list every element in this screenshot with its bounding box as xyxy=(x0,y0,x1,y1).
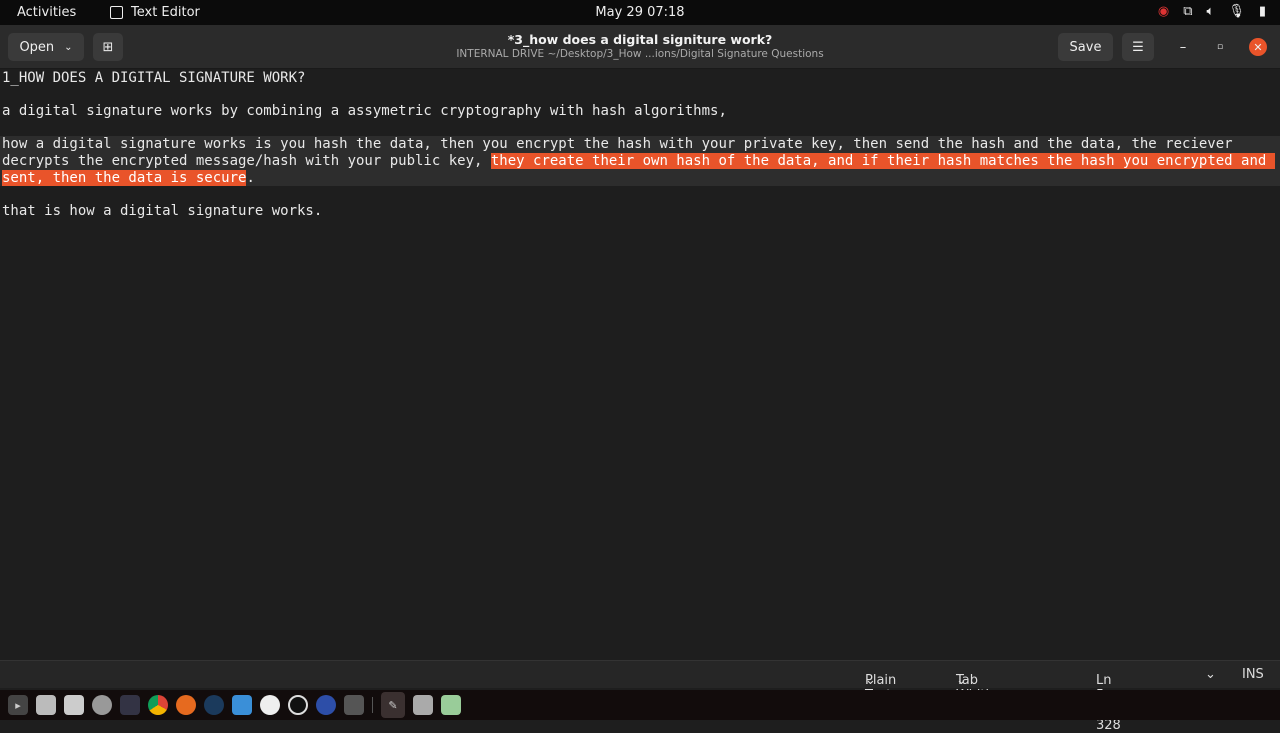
network-icon[interactable]: ⧉ xyxy=(1183,4,1192,19)
header-bar: Open ⌄ ⊞ *3_how does a digital signiture… xyxy=(0,25,1280,69)
chevron-down-icon: ⌄ xyxy=(865,673,876,688)
firefox-icon[interactable] xyxy=(176,695,196,715)
separator xyxy=(372,697,373,713)
editor-line: 1_HOW DOES A DIGITAL SIGNATURE WORK? xyxy=(2,70,306,86)
status-bar: Plain Text ⌄ Tab Width: 8 ⌄ Ln 5, Col 32… xyxy=(0,660,1280,733)
battery-icon[interactable]: ▮ xyxy=(1259,4,1266,19)
plain-text: decrypts the encrypted message/hash with… xyxy=(2,152,491,169)
settings-icon[interactable] xyxy=(92,695,112,715)
clock[interactable]: May 29 07:18 xyxy=(0,5,1280,20)
editor-line-blank xyxy=(0,87,1280,104)
maximize-button[interactable]: ▫ xyxy=(1207,33,1233,61)
plain-text: . xyxy=(246,169,255,186)
minimize-button[interactable]: – xyxy=(1170,33,1196,61)
maximize-icon: ▫ xyxy=(1216,42,1224,52)
chevron-down-icon: ⌄ xyxy=(956,673,967,688)
editor-line: that is how a digital signature works. xyxy=(2,202,323,219)
selected-text: sent, then the data is secure xyxy=(2,169,247,186)
chrome-icon[interactable] xyxy=(148,695,168,715)
editor-line: a digital signature works by combining a… xyxy=(2,103,727,120)
editor-line-blank xyxy=(0,120,1280,137)
hamburger-menu-button[interactable]: ☰ xyxy=(1122,33,1154,61)
volume-icon[interactable]: 🔈︎ xyxy=(1207,4,1215,19)
close-button[interactable]: ✕ xyxy=(1249,38,1267,56)
window-icon[interactable] xyxy=(36,695,56,715)
text-editor-area[interactable]: 1_HOW DOES A DIGITAL SIGNATURE WORK? a d… xyxy=(0,70,1280,660)
terminal-icon[interactable]: ▸ xyxy=(8,695,28,715)
selected-text: they create their own hash of the data, … xyxy=(490,152,1275,169)
microphone-icon[interactable]: 🎙︎ xyxy=(1228,4,1245,19)
editor-line-blank xyxy=(0,186,1280,203)
editor-line: how a digital signature works is you has… xyxy=(2,136,1233,153)
taskbar: ▸ ✎ xyxy=(0,690,1280,720)
insert-mode: INS xyxy=(1242,667,1264,682)
menu-icon: ☰ xyxy=(1132,39,1144,55)
trash-icon[interactable] xyxy=(441,695,461,715)
text-editor-icon[interactable]: ✎ xyxy=(381,692,405,718)
system-tray[interactable]: ◉ ⧉ 🔈︎ 🎙︎ ▮ xyxy=(1158,4,1266,19)
close-icon: ✕ xyxy=(1253,40,1263,54)
top-bar: Activities Text Editor May 29 07:18 ◉ ⧉ … xyxy=(0,0,1280,25)
editor-line-wrap: decrypts the encrypted message/hash with… xyxy=(0,152,1280,170)
save-label: Save xyxy=(1069,39,1102,55)
minimize-icon: – xyxy=(1179,39,1187,55)
obs-icon[interactable] xyxy=(288,695,308,715)
app-icon[interactable] xyxy=(316,695,336,715)
chevron-down-icon[interactable]: ⌄ xyxy=(1205,667,1216,682)
current-line: how a digital signature works is you has… xyxy=(0,136,1280,187)
disk-icon[interactable] xyxy=(64,695,84,715)
editor-line-wrap: sent, then the data is secure. xyxy=(0,169,1280,187)
document-icon[interactable] xyxy=(232,695,252,715)
app-icon[interactable] xyxy=(120,695,140,715)
vpn-icon[interactable]: ◉ xyxy=(1158,4,1169,19)
app-icon[interactable] xyxy=(413,695,433,715)
steam-icon[interactable] xyxy=(204,695,224,715)
save-button[interactable]: Save xyxy=(1058,33,1113,61)
app-icon[interactable] xyxy=(260,695,280,715)
gimp-icon[interactable] xyxy=(344,695,364,715)
